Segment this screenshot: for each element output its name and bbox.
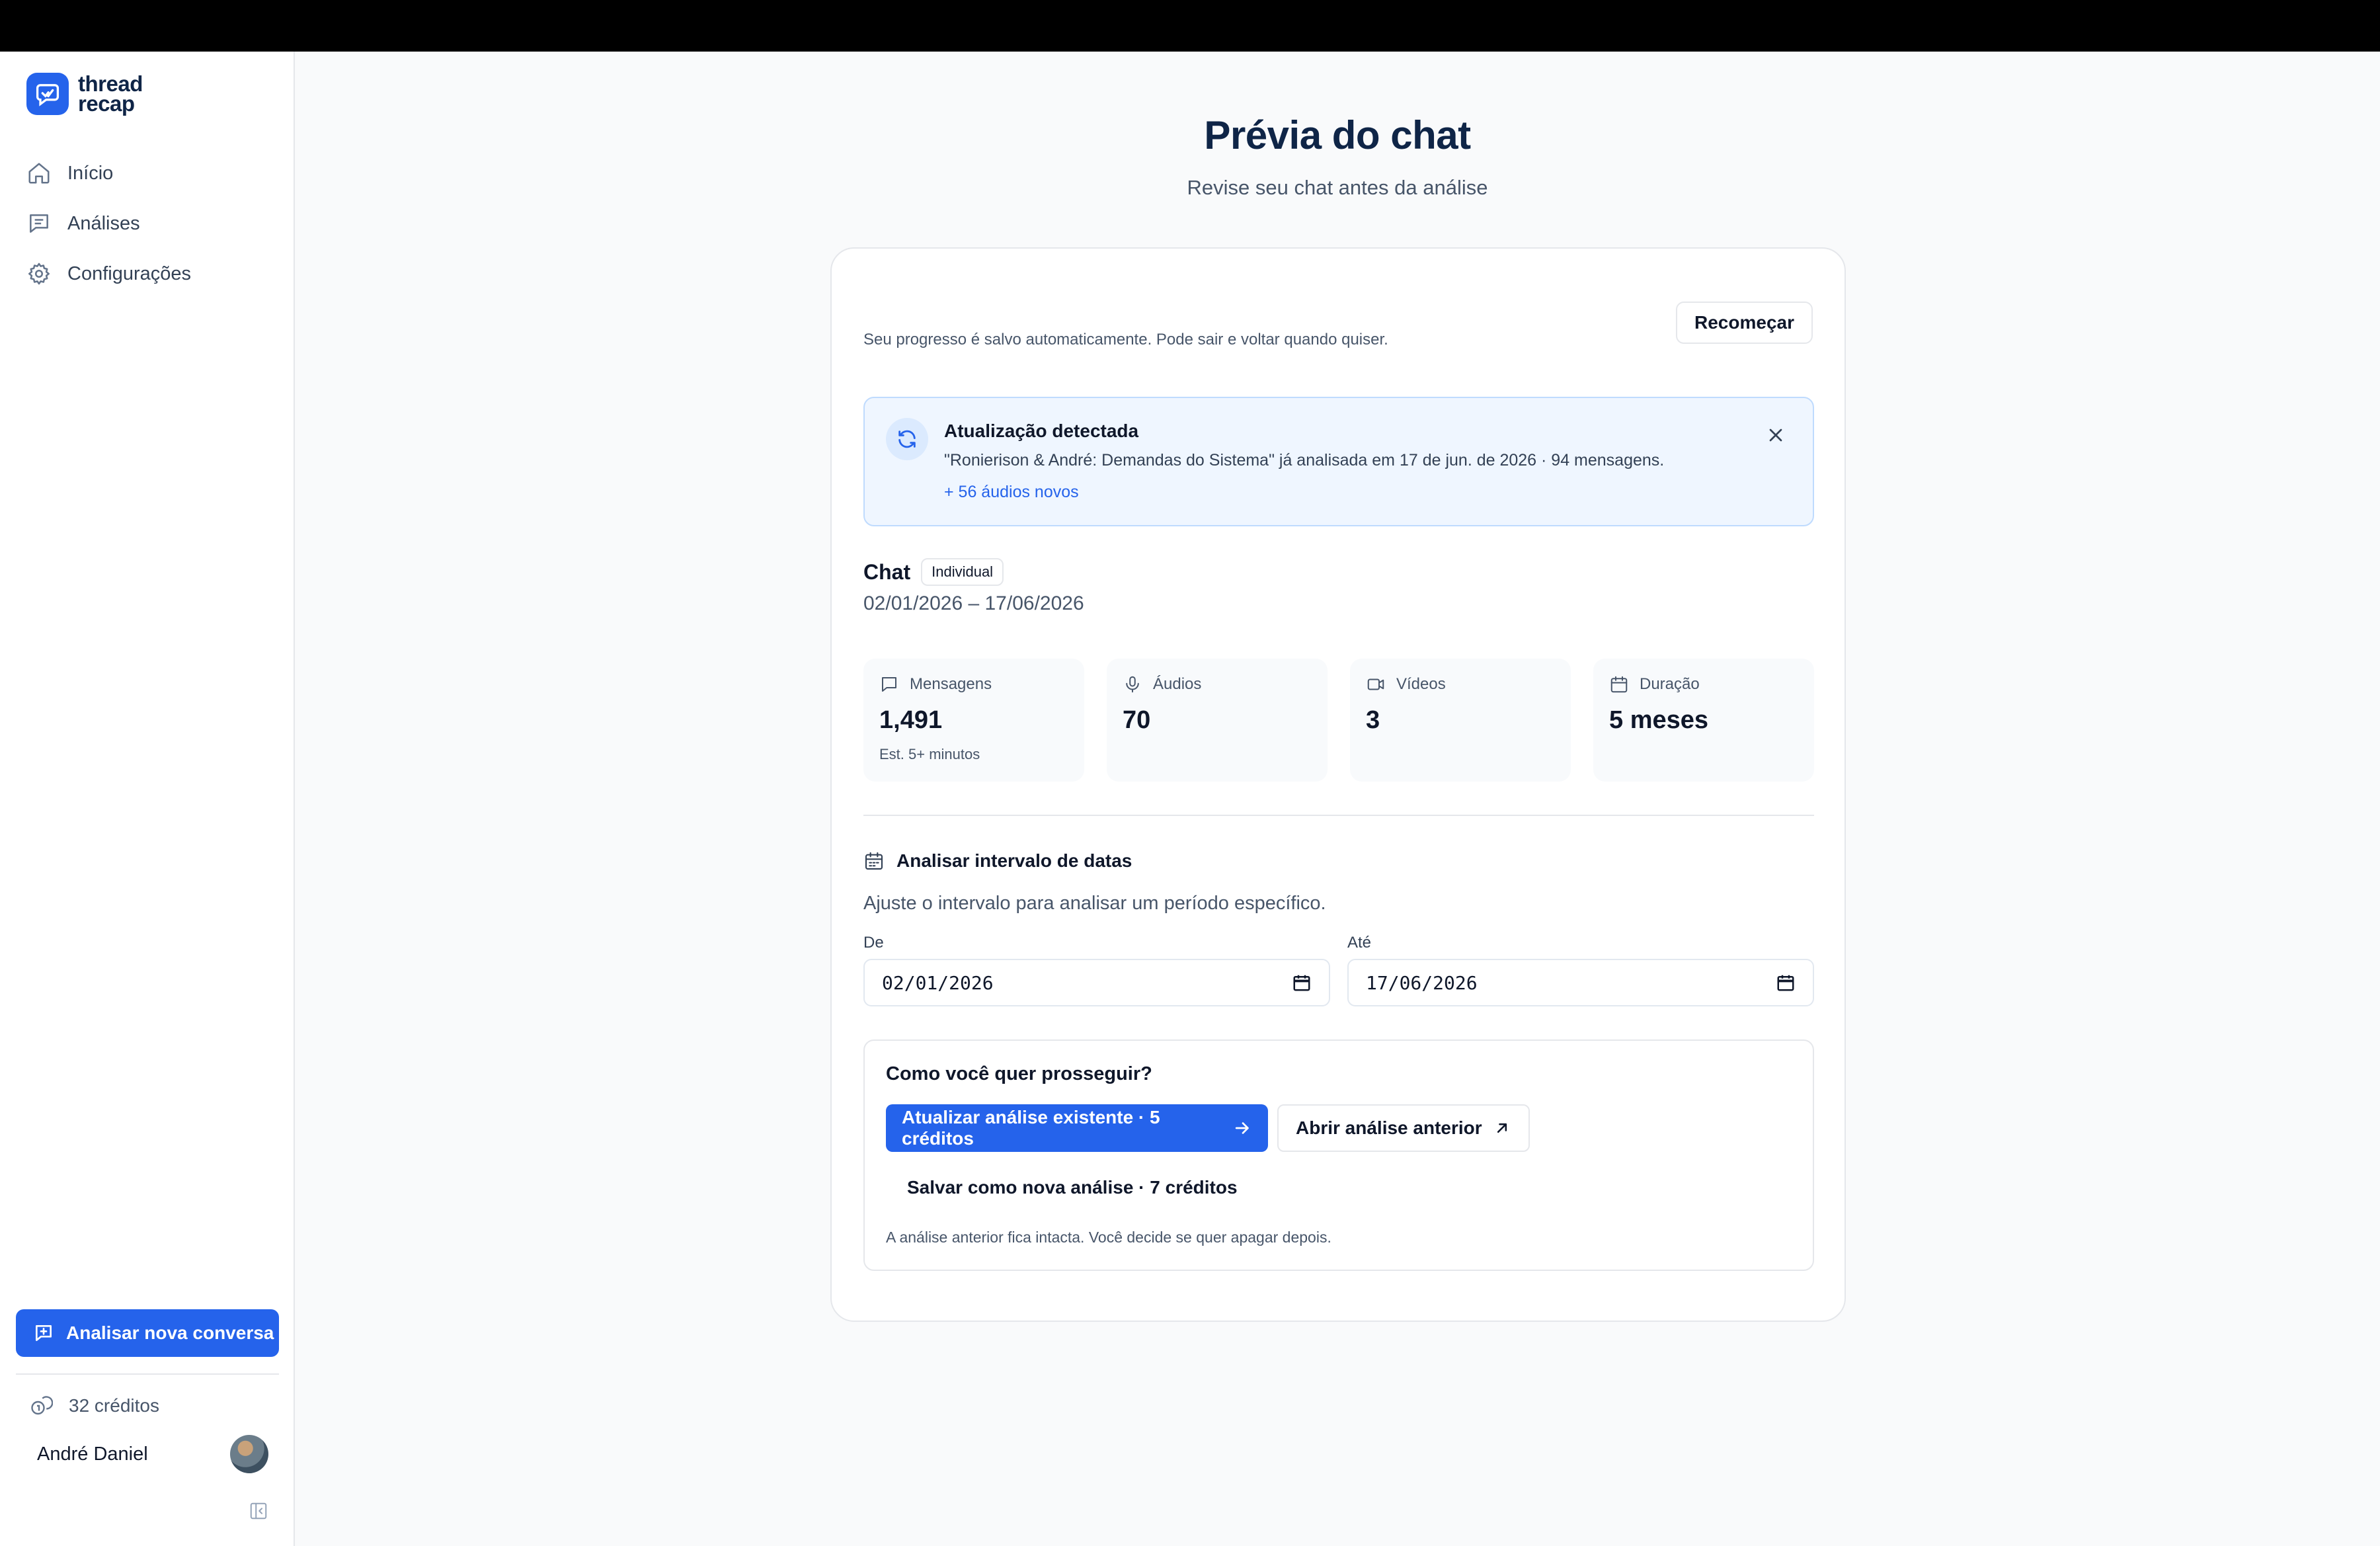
chat-preview-card: Seu progresso é salvo automaticamente. P…: [830, 247, 1846, 1322]
logo-text: thread recap: [78, 71, 143, 116]
stat-duration: Duração 5 meses: [1593, 659, 1814, 782]
new-analysis-button[interactable]: Analisar nova conversa: [16, 1309, 279, 1357]
logo-mark-icon: [26, 73, 69, 115]
proceed-note: A análise anterior fica intacta. Você de…: [886, 1229, 1331, 1246]
gear-icon: [28, 263, 50, 285]
date-range-section-header: Analisar intervalo de datas: [863, 850, 1814, 872]
stats-row: Mensagens 1,491 Est. 5+ minutos Áudios 7…: [863, 659, 1814, 782]
open-previous-label: Abrir análise anterior: [1296, 1118, 1482, 1138]
calendar-picker-icon[interactable]: [1776, 973, 1796, 993]
stat-messages: Mensagens 1,491 Est. 5+ minutos: [863, 659, 1084, 782]
from-date-label: De: [863, 934, 884, 952]
message-plus-icon: [36, 1325, 52, 1341]
home-icon: [28, 163, 50, 184]
update-analysis-label: Atualizar análise existente · 5 créditos: [902, 1107, 1160, 1149]
stat-label: Vídeos: [1396, 675, 1446, 693]
coins-icon: [31, 1396, 53, 1415]
arrow-right-icon: [1236, 1122, 1250, 1134]
update-analysis-button[interactable]: Atualizar análise existente · 5 créditos: [886, 1104, 1268, 1152]
stat-label: Duração: [1640, 675, 1700, 693]
message-square-icon: [882, 677, 896, 692]
stat-audios: Áudios 70: [1107, 659, 1328, 782]
sidebar-item-label: Configurações: [67, 263, 191, 284]
chat-label: Chat: [863, 559, 911, 584]
stat-value: 70: [1123, 706, 1151, 734]
proceed-options: Como você quer prosseguir? Atualizar aná…: [863, 1039, 1814, 1271]
page-title: Prévia do chat: [1204, 113, 1471, 157]
user-menu[interactable]: André Daniel: [37, 1435, 268, 1473]
sidebar-nav: Início Análises Configurações: [26, 148, 191, 299]
credits-label: 32 créditos: [69, 1395, 159, 1416]
date-range-title: Analisar intervalo de datas: [896, 850, 1132, 871]
chat-type-badge: Individual: [921, 558, 1004, 586]
page-subtitle: Revise seu chat antes da análise: [1187, 176, 1488, 199]
chat-header: Chat Individual: [863, 558, 1814, 586]
sidebar-divider: [16, 1373, 279, 1375]
from-date-input[interactable]: 02/01/2026: [863, 959, 1330, 1006]
to-date-value: 17/06/2026: [1366, 971, 1478, 994]
sidebar-item-analises[interactable]: Análises: [26, 198, 191, 249]
window-top-bar: [0, 0, 2380, 52]
video-icon: [1367, 678, 1384, 690]
stat-label: Mensagens: [910, 675, 992, 693]
alert-title: Atualização detectada: [944, 421, 1139, 441]
date-range-description: Ajuste o intervalo para analisar um perí…: [863, 893, 1326, 914]
calendar-days-icon: [865, 852, 883, 870]
sidebar-item-inicio[interactable]: Início: [26, 148, 191, 198]
alert-description: "Ronierison & André: Demandas do Sistema…: [944, 451, 1665, 469]
sidebar: thread recap Início Análises Configuraçõ…: [0, 52, 295, 1546]
autosave-notice: Seu progresso é salvo automaticamente. P…: [863, 331, 1388, 348]
close-icon[interactable]: [1765, 425, 1786, 446]
restart-button[interactable]: Recomeçar: [1676, 302, 1813, 344]
refresh-icon: [886, 418, 928, 460]
user-name: André Daniel: [37, 1443, 148, 1465]
update-detected-alert: Atualização detectada "Ronierison & Andr…: [863, 397, 1814, 526]
avatar: [230, 1435, 268, 1473]
proceed-question: Como você quer prosseguir?: [886, 1063, 1152, 1084]
divider: [863, 815, 1814, 816]
stat-value: 5 meses: [1609, 706, 1709, 734]
arrow-up-right-icon: [1497, 1123, 1507, 1133]
from-date-value: 02/01/2026: [882, 971, 994, 994]
microphone-icon: [1126, 676, 1139, 693]
chat-date-range: 02/01/2026 – 17/06/2026: [863, 592, 1084, 614]
message-lines-icon: [30, 214, 48, 233]
new-audios-link[interactable]: + 56 áudios novos: [944, 483, 1079, 502]
stat-value: 1,491: [879, 706, 943, 734]
new-analysis-label: Analisar nova conversa: [66, 1322, 274, 1343]
stat-value: 3: [1366, 706, 1380, 734]
save-new-analysis-button[interactable]: Salvar como nova análise · 7 créditos: [886, 1164, 1259, 1211]
stat-videos: Vídeos 3: [1350, 659, 1571, 782]
sidebar-item-label: Início: [67, 162, 114, 184]
open-previous-analysis-button[interactable]: Abrir análise anterior: [1277, 1104, 1530, 1152]
logo[interactable]: thread recap: [26, 73, 143, 115]
to-date-input[interactable]: 17/06/2026: [1347, 959, 1814, 1006]
calendar-icon: [1610, 676, 1628, 693]
sidebar-collapse-icon[interactable]: [249, 1501, 268, 1521]
to-date-label: Até: [1347, 934, 1372, 952]
stat-label: Áudios: [1153, 675, 1202, 693]
stat-sub: Est. 5+ minutos: [879, 746, 980, 762]
sidebar-item-label: Análises: [67, 212, 140, 234]
sidebar-item-configuracoes[interactable]: Configurações: [26, 249, 191, 299]
calendar-picker-icon[interactable]: [1292, 973, 1312, 993]
credits-indicator[interactable]: 32 créditos: [29, 1394, 159, 1418]
